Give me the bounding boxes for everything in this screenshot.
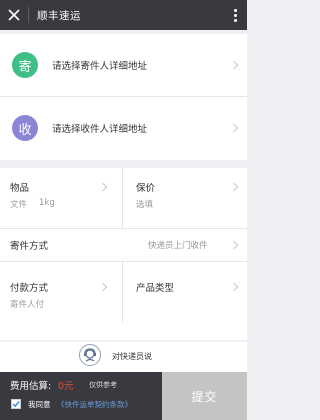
chevron-right-icon <box>229 60 239 70</box>
chevron-right-icon <box>229 123 239 133</box>
estimate-value: 0元 <box>58 381 74 392</box>
close-icon <box>8 9 20 21</box>
estimate-note: 仅供参考 <box>89 381 117 389</box>
receiver-address-row[interactable]: 收 请选择收件人详细地址 <box>0 97 247 159</box>
payment-label: 付款方式 <box>10 283 49 294</box>
agree-prefix: 我同意 <box>28 400 51 409</box>
sender-address-row[interactable]: 寄 请选择寄件人详细地址 <box>0 34 247 96</box>
estimate-label: 费用估算: <box>10 381 52 392</box>
submit-button[interactable]: 提交 <box>162 372 247 420</box>
courier-icon <box>79 344 101 366</box>
insurance-label: 保价 <box>136 183 156 194</box>
terms-link[interactable]: 《快件运单契约条款》 <box>57 399 132 410</box>
more-button[interactable] <box>229 6 241 24</box>
courier-note-label: 对快递员说 <box>112 352 152 361</box>
goods-weight-value: 1kg <box>39 198 55 208</box>
goods-label: 物品 <box>10 183 30 194</box>
check-icon <box>12 401 20 408</box>
product-type-label: 产品类型 <box>136 283 175 294</box>
receiver-badge-icon: 收 <box>12 115 38 141</box>
close-button[interactable] <box>0 0 28 30</box>
send-method-label: 寄件方式 <box>10 241 49 252</box>
goods-type-value: 文件 <box>10 200 28 210</box>
page-title: 顺丰速运 <box>37 9 81 22</box>
title-bar: 顺丰速运 <box>0 0 247 30</box>
title-divider <box>28 7 29 23</box>
payment-value: 寄件人付 <box>10 300 45 310</box>
sender-address-label: 请选择寄件人详细地址 <box>52 61 148 72</box>
sender-badge-icon: 寄 <box>12 52 38 78</box>
send-method-value: 快递员上门收件 <box>148 241 208 251</box>
agree-checkbox[interactable] <box>11 399 21 409</box>
more-vertical-icon <box>233 8 237 12</box>
receiver-address-label: 请选择收件人详细地址 <box>52 124 148 135</box>
insurance-value: 选填 <box>136 200 154 210</box>
